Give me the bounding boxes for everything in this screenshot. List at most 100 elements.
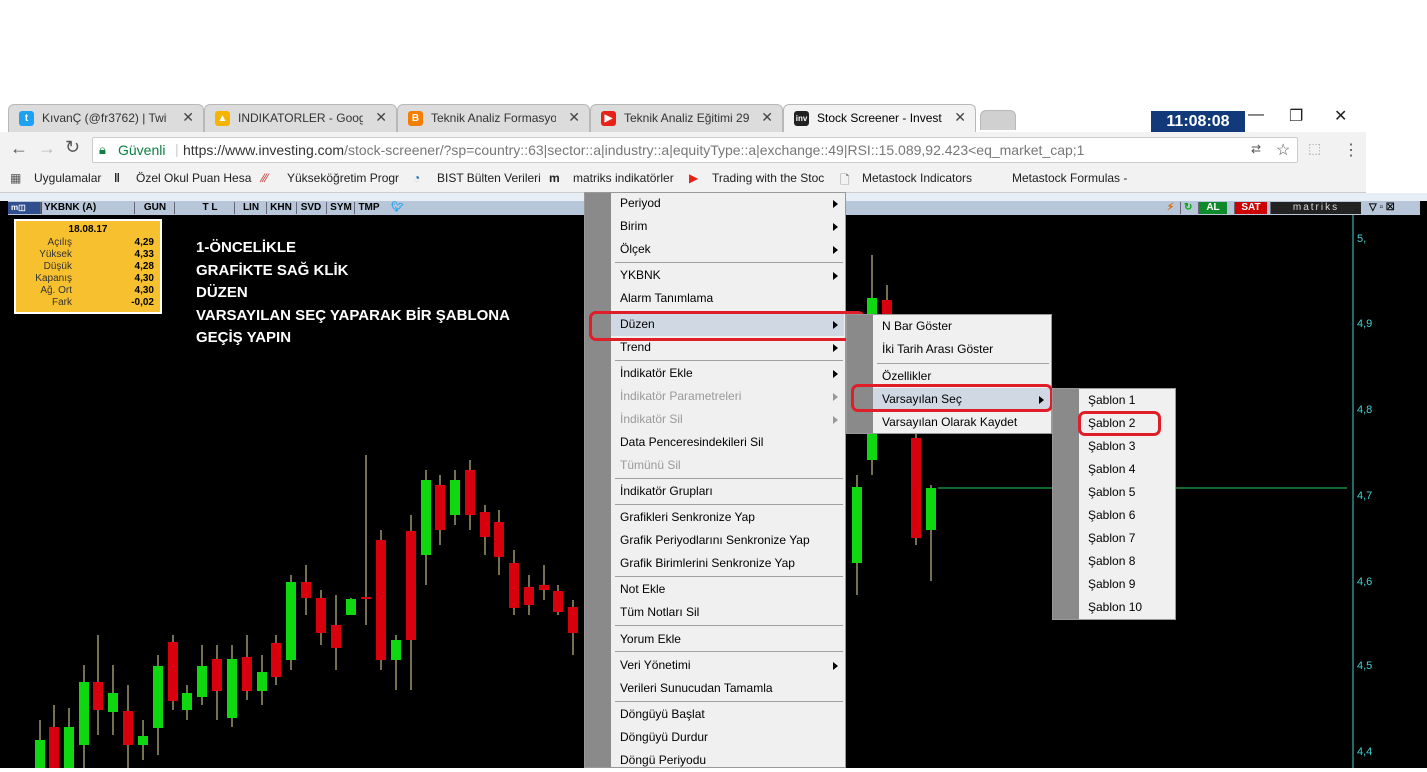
submenu-arrow-icon bbox=[833, 272, 838, 280]
back-icon[interactable]: ← bbox=[10, 138, 28, 159]
refresh-icon[interactable]: ↻ bbox=[1180, 202, 1195, 214]
reload-icon[interactable]: ↻ bbox=[65, 137, 80, 158]
close-icon[interactable]: ✕ bbox=[375, 109, 387, 126]
buy-button[interactable]: AL bbox=[1198, 202, 1227, 214]
submenu-arrow-icon bbox=[833, 662, 838, 670]
tab-youtube[interactable]: ▶ Teknik Analiz Eğitimi 29 - ✕ bbox=[590, 104, 783, 132]
tab-google-drive[interactable]: ▲ INDIKATORLER - Google ✕ bbox=[204, 104, 397, 132]
tmp-button[interactable]: TMP bbox=[354, 202, 383, 214]
bookmark-item[interactable]: Trading with the Stoc bbox=[712, 171, 824, 185]
tab-title: Teknik Analiz Formasyonl bbox=[431, 111, 556, 125]
menu-item-sablon-8[interactable]: Şablon 8 bbox=[1088, 550, 1135, 573]
twitter-icon[interactable]: 🐦︎ bbox=[388, 202, 407, 214]
menu-icon[interactable]: ⋮ bbox=[1343, 140, 1359, 160]
google-drive-icon: ▲ bbox=[215, 111, 230, 126]
clock: 11:08:08 bbox=[1151, 109, 1245, 133]
url-path: /stock-screener/?sp=country::63|sector::… bbox=[344, 142, 1085, 158]
tab-twitter[interactable]: t KıvanÇ (@fr3762) | Twitte ✕ bbox=[8, 104, 204, 132]
close-icon[interactable]: ✕ bbox=[954, 109, 966, 126]
menu-item-donguyu-baslat[interactable]: Döngüyü Başlat bbox=[620, 703, 705, 726]
highlight-box-sablon-2 bbox=[1078, 411, 1161, 436]
minimize-icon[interactable]: — bbox=[1248, 106, 1264, 124]
bookmark-item[interactable]: matriks indikatörler bbox=[573, 171, 674, 185]
menu-item-dongu-periyodu[interactable]: Döngü Periyodu bbox=[620, 749, 706, 772]
candle-body bbox=[465, 470, 475, 515]
menu-item-grafik-periyodlarini-senkronize-yap[interactable]: Grafik Periyodlarını Senkronize Yap bbox=[620, 529, 810, 552]
menu-item-donguyu-durdur[interactable]: Döngüyü Durdur bbox=[620, 726, 708, 749]
sym-button[interactable]: SYM bbox=[326, 202, 355, 214]
new-tab-button[interactable] bbox=[980, 110, 1016, 130]
youtube-icon: ▶ bbox=[689, 171, 699, 185]
submenu-arrow-icon bbox=[833, 393, 838, 401]
axis-tick-label: 4,8 bbox=[1357, 404, 1373, 416]
menu-item-grafikleri-senkronize-yap[interactable]: Grafikleri Senkronize Yap bbox=[620, 506, 755, 529]
menu-item-sablon-5[interactable]: Şablon 5 bbox=[1088, 481, 1135, 504]
security-label: Güvenli bbox=[118, 142, 166, 158]
menu-item-periyod[interactable]: Periyod bbox=[620, 192, 661, 215]
khn-button[interactable]: KHN bbox=[266, 202, 295, 214]
menu-item-n-bar-goster[interactable]: N Bar Göster bbox=[882, 315, 952, 338]
menu-item-veri-yonetimi[interactable]: Veri Yönetimi bbox=[620, 654, 690, 677]
candle-body bbox=[168, 642, 178, 701]
menu-item-iki-tarih-arasi-goster[interactable]: İki Tarih Arası Göster bbox=[882, 338, 993, 361]
maximize-icon[interactable]: ❐ bbox=[1289, 106, 1303, 126]
candle-body bbox=[435, 485, 445, 530]
submenu-arrow-icon bbox=[833, 200, 838, 208]
svd-button[interactable]: SVD bbox=[296, 202, 325, 214]
menu-item-indikator-gruplari[interactable]: İndikatör Grupları bbox=[620, 480, 713, 503]
close-icon[interactable]: ✕ bbox=[761, 109, 773, 126]
tab-stock-screener[interactable]: inv Stock Screener - Investin ✕ bbox=[783, 104, 976, 132]
menu-item-ykbnk[interactable]: YKBNK bbox=[620, 264, 661, 287]
tab-blogger[interactable]: B Teknik Analiz Formasyonl ✕ bbox=[397, 104, 590, 132]
candle-body bbox=[553, 591, 563, 612]
candle-body bbox=[271, 643, 281, 677]
menu-item-yorum-ekle[interactable]: Yorum Ekle bbox=[620, 628, 681, 651]
menu-item-sablon-7[interactable]: Şablon 7 bbox=[1088, 527, 1135, 550]
menu-item-sablon-3[interactable]: Şablon 3 bbox=[1088, 435, 1135, 458]
menu-item-tum-notlari-sil[interactable]: Tüm Notları Sil bbox=[620, 601, 699, 624]
close-icon[interactable]: ✕ bbox=[182, 109, 194, 126]
pdf-extension-icon[interactable]: ⬚ bbox=[1308, 140, 1321, 157]
bookmark-apps[interactable]: Uygulamalar bbox=[34, 171, 101, 185]
candle-body bbox=[524, 587, 534, 605]
symbol-selector[interactable]: YKBNK (A) bbox=[40, 202, 135, 214]
menu-item-sablon-4[interactable]: Şablon 4 bbox=[1088, 458, 1135, 481]
menu-item-sablon-6[interactable]: Şablon 6 bbox=[1088, 504, 1135, 527]
menu-item-grafik-birimlerini-senkronize-yap[interactable]: Grafik Birimlerini Senkronize Yap bbox=[620, 552, 795, 575]
menu-item-verileri-sunucudan-tamamla[interactable]: Verileri Sunucudan Tamamla bbox=[620, 677, 773, 700]
candle-body bbox=[926, 488, 936, 530]
bookmark-item[interactable]: Metastock Indicators bbox=[862, 171, 972, 185]
window-controls-icon[interactable]: ▽ ▫ ☒ bbox=[1366, 202, 1398, 214]
sell-button[interactable]: SAT bbox=[1234, 202, 1267, 214]
period-selector[interactable]: GUN bbox=[134, 202, 175, 214]
menu-item-indikator-ekle[interactable]: İndikatör Ekle bbox=[620, 362, 693, 385]
menu-item-sablon-9[interactable]: Şablon 9 bbox=[1088, 573, 1135, 596]
menu-item-not-ekle[interactable]: Not Ekle bbox=[620, 578, 665, 601]
address-bar[interactable]: 🔒︎ Güvenli | https://www.investing.com/s… bbox=[92, 137, 1298, 163]
translate-icon[interactable]: ⇄ bbox=[1251, 142, 1261, 156]
menu-item-varsayilan-olarak-kaydet[interactable]: Varsayılan Olarak Kaydet bbox=[882, 411, 1017, 434]
apps-icon[interactable]: ▦ bbox=[10, 171, 21, 185]
menu-separator bbox=[615, 262, 843, 263]
axis-tick-label: 5, bbox=[1357, 233, 1367, 245]
forward-icon[interactable]: → bbox=[38, 138, 56, 159]
twitter-icon: t bbox=[19, 111, 34, 126]
menu-item-birim[interactable]: Birim bbox=[620, 215, 647, 238]
bookmark-item[interactable]: Özel Okul Puan Hesa bbox=[136, 171, 251, 185]
submenu-arrow-icon bbox=[833, 370, 838, 378]
close-window-icon[interactable]: ✕ bbox=[1334, 106, 1347, 126]
star-icon[interactable]: ☆ bbox=[1276, 140, 1290, 160]
submenu-arrow-icon bbox=[833, 223, 838, 231]
menu-item-sablon-1[interactable]: Şablon 1 bbox=[1088, 389, 1135, 412]
bookmark-item[interactable]: BIST Bülten Verileri bbox=[437, 171, 541, 185]
menu-item-sablon-10[interactable]: Şablon 10 bbox=[1088, 596, 1142, 619]
candle-body bbox=[406, 531, 416, 640]
menu-item-olcek[interactable]: Ölçek bbox=[620, 238, 651, 261]
menu-item-data-penceresindekileri-sil[interactable]: Data Penceresindekileri Sil bbox=[620, 431, 763, 454]
bookmark-item[interactable]: Metastock Formulas - bbox=[1012, 171, 1127, 185]
menu-item-alarm-tanimlama[interactable]: Alarm Tanımlama bbox=[620, 287, 713, 310]
close-icon[interactable]: ✕ bbox=[568, 109, 580, 126]
bookmark-item[interactable]: Yükseköğretim Progr bbox=[287, 171, 399, 185]
lightning-icon[interactable]: ⚡︎ bbox=[1164, 202, 1177, 214]
scale-selector[interactable]: LIN bbox=[234, 202, 267, 214]
